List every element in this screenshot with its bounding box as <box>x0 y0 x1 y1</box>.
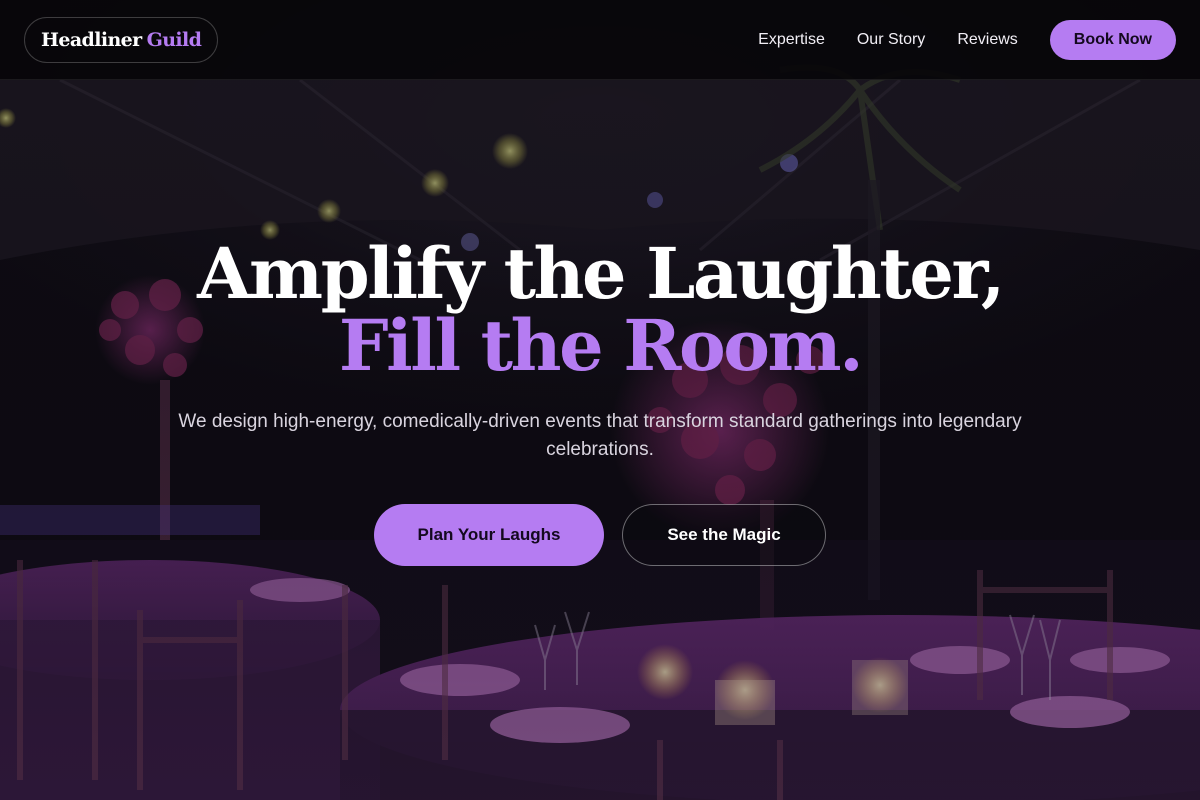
plan-your-laughs-button[interactable]: Plan Your Laughs <box>374 504 604 566</box>
hero-headline: Amplify the Laughter, Fill the Room. <box>0 238 1200 382</box>
book-now-button[interactable]: Book Now <box>1049 19 1176 60</box>
nav-links: Expertise Our Story Reviews Book Now <box>758 19 1176 60</box>
top-navbar: Headliner Guild Expertise Our Story Revi… <box>0 0 1200 80</box>
nav-link-expertise[interactable]: Expertise <box>758 31 825 49</box>
nav-link-reviews[interactable]: Reviews <box>957 31 1017 49</box>
hero-headline-line2: Fill the Room. <box>338 304 864 387</box>
hero-cta-row: Plan Your Laughs See the Magic <box>0 504 1200 566</box>
brand-logo[interactable]: Headliner Guild <box>24 16 219 63</box>
hero-headline-line1: Amplify the Laughter, <box>197 232 1005 315</box>
brand-name-part2: Guild <box>146 28 202 51</box>
hero-subtitle: We design high-energy, comedically-drive… <box>178 411 1022 460</box>
see-the-magic-button[interactable]: See the Magic <box>622 504 826 566</box>
hero-section: Amplify the Laughter, Fill the Room. We … <box>0 238 1200 566</box>
nav-link-our-story[interactable]: Our Story <box>857 31 925 49</box>
brand-name-part1: Headliner <box>41 28 142 51</box>
